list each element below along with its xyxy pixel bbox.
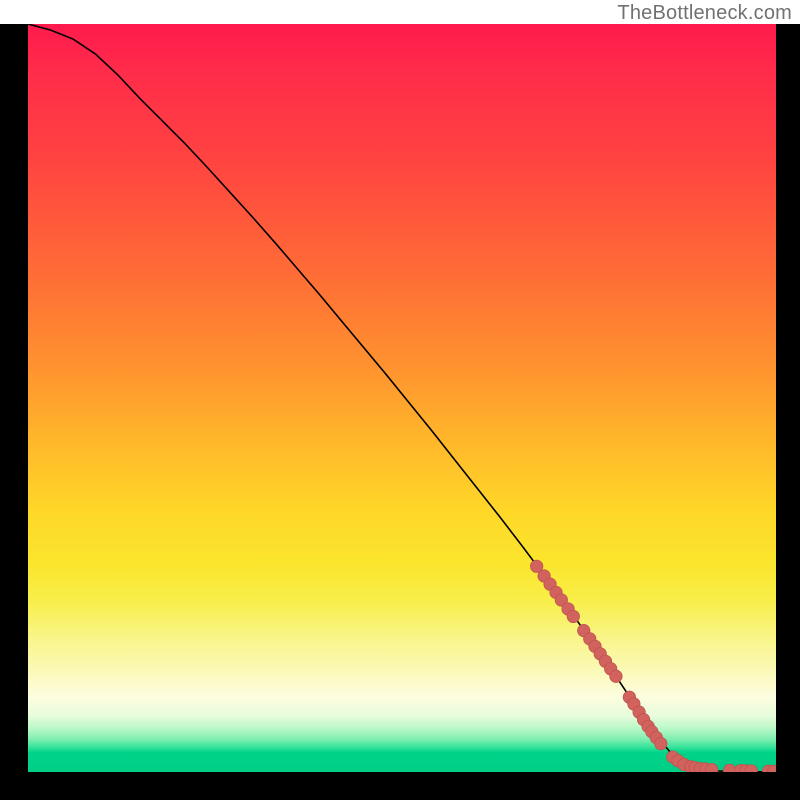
watermark-text: TheBottleneck.com	[617, 2, 792, 25]
curve-marker	[655, 737, 667, 749]
curve-marker	[723, 764, 735, 772]
bottleneck-curve-path	[28, 24, 776, 772]
curve-markers-group	[530, 560, 776, 772]
curve-marker	[610, 670, 622, 682]
chart-container: TheBottleneck.com	[0, 0, 800, 800]
plot-area	[28, 24, 776, 772]
curve-marker	[567, 610, 579, 622]
curve-layer	[28, 24, 776, 772]
curve-marker	[705, 763, 717, 772]
